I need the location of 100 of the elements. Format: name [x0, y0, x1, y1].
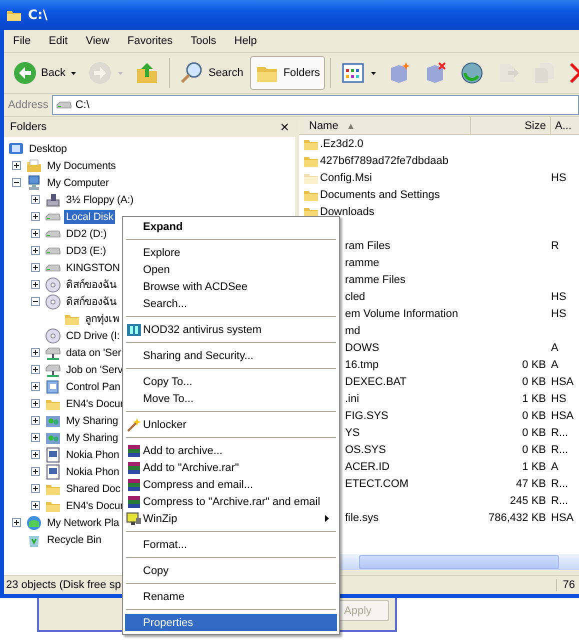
expand-toggle[interactable] [12, 161, 21, 170]
menu-item[interactable]: Properties [125, 614, 337, 631]
tree-item[interactable]: Control Pan [64, 380, 122, 394]
tree-item[interactable]: Nokia Phon [64, 448, 122, 462]
file-name[interactable]: DOWS [345, 342, 380, 354]
scroll-thumb[interactable] [359, 555, 559, 569]
menu-item[interactable]: Rename [125, 588, 337, 605]
tree-item[interactable]: Recycle Bin [45, 532, 104, 546]
file-name[interactable]: file.sys [345, 512, 379, 524]
tree-item[interactable]: Job on 'Serv [64, 362, 125, 376]
tree-item[interactable]: My Computer [45, 176, 111, 190]
column-header[interactable]: A... [551, 117, 579, 134]
menu-item[interactable]: Search... [125, 295, 337, 312]
menu-item[interactable]: Format... [125, 536, 337, 553]
menu-item[interactable]: Compress to "Archive.rar" and email [125, 493, 337, 510]
menu-item[interactable]: Unlocker [125, 416, 337, 433]
expand-toggle[interactable] [31, 195, 40, 204]
menu-item[interactable]: Copy To... [125, 373, 337, 390]
expand-toggle[interactable] [31, 246, 40, 255]
expand-toggle[interactable] [31, 348, 40, 357]
tree-item[interactable]: CD Drive (I: [64, 328, 122, 342]
menu-item[interactable]: View [76, 35, 118, 47]
tree-item[interactable]: My Network Pla [45, 516, 122, 530]
tree-item[interactable]: DD3 (E:) [64, 244, 108, 258]
search-button[interactable]: Search [175, 56, 248, 90]
menu-item[interactable]: Browse with ACDSee [125, 278, 337, 295]
expand-toggle[interactable] [31, 212, 40, 221]
menu-item[interactable]: Favorites [118, 35, 182, 47]
tree-item[interactable]: Desktop [27, 142, 69, 156]
file-name[interactable]: 16.tmp [345, 358, 379, 370]
expand-toggle[interactable] [31, 416, 40, 425]
tree-item[interactable]: Shared Doc [64, 482, 122, 496]
file-name[interactable]: ACER.ID [345, 460, 390, 472]
menu-item[interactable]: Copy [125, 562, 337, 579]
file-name[interactable]: OS.SYS [345, 444, 386, 456]
close-button[interactable]: × [280, 120, 289, 134]
menu-item[interactable]: Help [225, 35, 266, 47]
address-field[interactable]: C:\ [52, 95, 579, 115]
back-button[interactable]: Back [8, 56, 82, 90]
expand-toggle[interactable] [12, 518, 21, 527]
file-name[interactable]: md [345, 324, 360, 336]
file-name[interactable]: .ini [345, 392, 360, 404]
menu-item[interactable]: Move To... [125, 390, 337, 407]
expand-toggle[interactable] [31, 263, 40, 272]
file-name[interactable]: DEXEC.BAT [345, 376, 407, 388]
tree-item[interactable]: Nokia Phon [64, 464, 122, 478]
file-name[interactable]: Config.Msi [320, 172, 372, 184]
file-name[interactable]: ramme Files [345, 274, 406, 286]
tree-item[interactable]: My Documents [45, 158, 118, 172]
expand-toggle[interactable] [31, 501, 40, 510]
tree-item[interactable]: data on 'Ser [64, 346, 124, 360]
menu-item[interactable]: Tools [182, 35, 226, 47]
tree-item[interactable]: ดิสก์ของฉัน [64, 292, 118, 311]
tree-item[interactable]: My Sharing [64, 414, 120, 428]
file-name[interactable]: ramme [345, 256, 380, 268]
file-name[interactable]: ETECT.COM [345, 478, 409, 490]
tree-item[interactable]: My Sharing [64, 430, 120, 444]
expand-toggle[interactable] [31, 467, 40, 476]
file-name[interactable]: cled [345, 290, 366, 302]
tree-item[interactable]: DD2 (D:) [64, 226, 109, 240]
expand-toggle[interactable] [31, 365, 40, 374]
file-name[interactable]: YS [345, 426, 360, 438]
menu-item[interactable]: Compress and email... [125, 476, 337, 493]
file-name[interactable]: 427b6f789ad72fe7dbdaab [320, 154, 448, 166]
expand-toggle[interactable] [31, 382, 40, 391]
disc-icon [45, 328, 61, 344]
menu-item[interactable]: Expand [125, 218, 337, 235]
tree-item[interactable]: ลูกทุ่งเพ [83, 309, 122, 328]
collapse-toggle[interactable] [12, 178, 21, 187]
tree-item[interactable]: Local Disk [64, 210, 116, 224]
file-name[interactable]: em Volume Information [345, 308, 458, 320]
expand-toggle[interactable] [31, 399, 40, 408]
menu-item[interactable]: Sharing and Security... [125, 347, 337, 364]
menu-item[interactable]: Add to archive... [125, 442, 337, 459]
file-name[interactable]: Downloads [320, 206, 374, 218]
tree-item[interactable]: ดิสก์ของฉัน [64, 275, 118, 294]
file-name[interactable]: Documents and Settings [320, 188, 440, 200]
menu-item[interactable]: WinZip [125, 510, 337, 527]
menu-item[interactable]: File [4, 35, 40, 47]
file-name[interactable]: FIG.SYS [345, 410, 388, 422]
tree-item[interactable]: EN4's Docur [64, 498, 126, 512]
expand-toggle[interactable] [31, 433, 40, 442]
expand-toggle[interactable] [31, 484, 40, 493]
expand-toggle[interactable] [31, 280, 40, 289]
menu-item[interactable]: NOD32 antivirus system [125, 321, 337, 338]
collapse-toggle[interactable] [31, 297, 40, 306]
expand-toggle[interactable] [31, 229, 40, 238]
file-name[interactable]: .Ez3d2.0 [320, 138, 364, 150]
tree-item[interactable]: 3½ Floppy (A:) [64, 192, 136, 206]
expand-toggle[interactable] [31, 450, 40, 459]
menu-item[interactable]: Edit [40, 35, 77, 47]
file-name[interactable]: ram Files [345, 240, 390, 252]
tree-item[interactable]: EN4's Docur [64, 396, 126, 410]
folders-button[interactable]: Folders [250, 56, 326, 90]
menu-item[interactable]: Add to "Archive.rar" [125, 459, 337, 476]
column-header[interactable]: Size [471, 117, 551, 134]
menu-item[interactable]: Explore [125, 244, 337, 261]
menu-item[interactable]: Open [125, 261, 337, 278]
column-header[interactable]: Name ▲ [299, 117, 471, 134]
tree-item[interactable]: KINGSTON [64, 260, 122, 274]
